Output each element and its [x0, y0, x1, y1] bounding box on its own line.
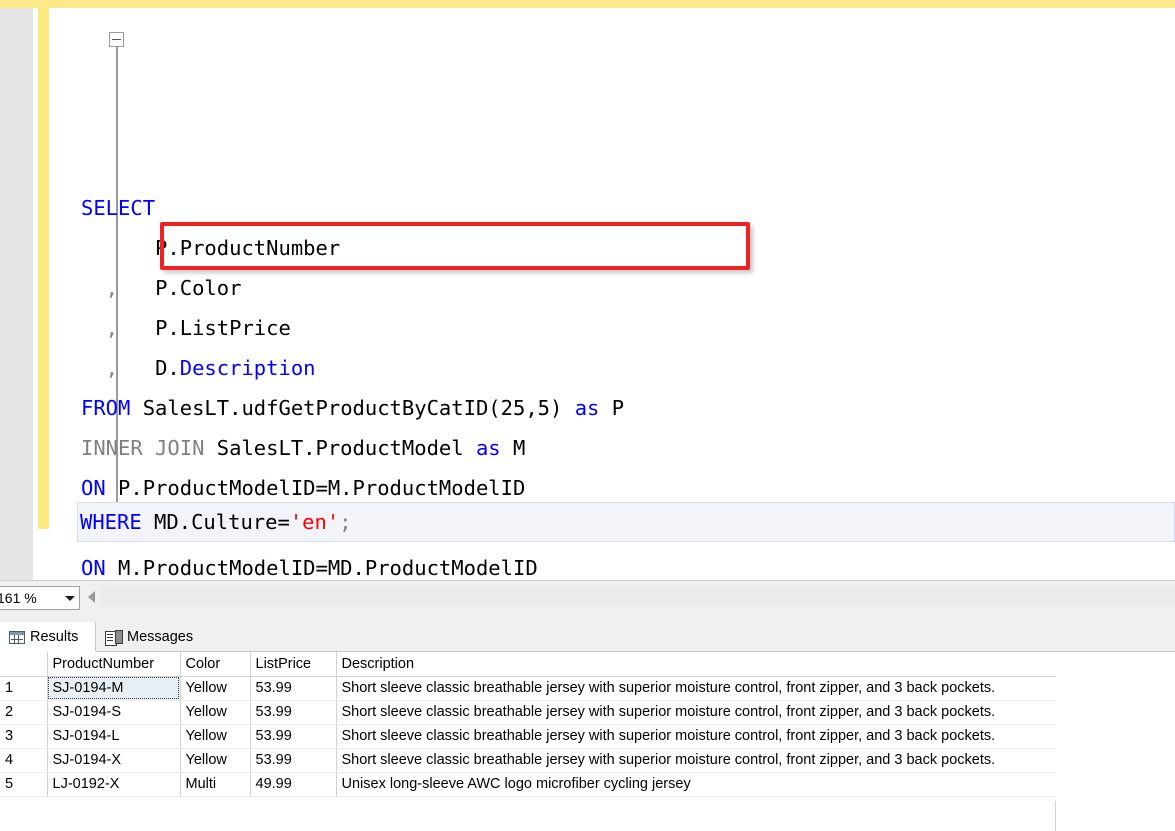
code-token: ; — [339, 510, 351, 534]
zoom-level-value: 161 % — [0, 590, 61, 606]
line-col-2[interactable]: , P.Color — [79, 268, 1175, 308]
grid-icon — [9, 631, 25, 644]
code-token: SELECT — [81, 196, 155, 220]
table-row[interactable]: 3SJ-0194-LYellow53.99Short sleeve classi… — [0, 724, 1056, 748]
table-cell[interactable]: Short sleeve classic breathable jersey w… — [336, 748, 1056, 772]
column-header[interactable]: ProductNumber — [47, 652, 180, 676]
column-header[interactable]: Color — [180, 652, 250, 676]
row-number-cell[interactable]: 2 — [0, 700, 47, 724]
horizontal-scrollbar[interactable] — [100, 585, 1175, 607]
results-table: ProductNumberColorListPriceDescription 1… — [0, 652, 1057, 797]
grid-empty-area[interactable] — [0, 801, 1056, 831]
code-token: as — [476, 436, 501, 460]
scroll-left-arrow-icon[interactable] — [88, 591, 95, 603]
code-token: P.ProductNumber — [81, 236, 340, 260]
chevron-down-icon[interactable] — [61, 587, 79, 609]
table-row[interactable]: 4SJ-0194-XYellow53.99Short sleeve classi… — [0, 748, 1056, 772]
code-token: P.ProductModelID=M.ProductModelID — [106, 476, 526, 500]
table-row[interactable]: 5LJ-0192-XMulti49.99Unisex long-sleeve A… — [0, 772, 1056, 796]
table-cell[interactable]: Yellow — [180, 676, 250, 700]
table-header-row: ProductNumberColorListPriceDescription — [0, 652, 1056, 676]
sql-editor-pane[interactable]: SELECT P.ProductNumber , P.Color , P.Lis… — [0, 8, 1175, 580]
line-select[interactable]: SELECT — [79, 188, 1175, 228]
table-cell[interactable]: SJ-0194-L — [47, 724, 180, 748]
table-cell[interactable]: SJ-0194-M — [47, 676, 180, 700]
code-token: , — [81, 316, 155, 340]
table-cell[interactable]: SJ-0194-X — [47, 748, 180, 772]
row-number-cell[interactable]: 5 — [0, 772, 47, 796]
table-cell[interactable]: 53.99 — [250, 700, 336, 724]
messages-icon — [105, 630, 122, 644]
tab-messages-label: Messages — [127, 629, 193, 645]
table-cell[interactable]: Yellow — [180, 700, 250, 724]
table-cell[interactable]: LJ-0192-X — [47, 772, 180, 796]
zoom-level-combobox[interactable]: 161 % — [0, 586, 80, 610]
code-token: INNER JOIN — [81, 436, 204, 460]
code-token: SalesLT.udfGetProductByCatID(25,5) — [130, 396, 574, 420]
code-token: Description — [180, 356, 316, 380]
table-cell[interactable]: Multi — [180, 772, 250, 796]
editor-selection-margin[interactable] — [0, 8, 33, 580]
table-cell[interactable]: 53.99 — [250, 724, 336, 748]
code-token: as — [575, 396, 600, 420]
table-cell[interactable]: Yellow — [180, 748, 250, 772]
code-token: 'en' — [290, 510, 339, 534]
top-yellow-band — [0, 0, 1175, 8]
code-token: ON — [81, 476, 106, 500]
table-row[interactable]: 1SJ-0194-MYellow53.99Short sleeve classi… — [0, 676, 1056, 700]
current-line-highlight: WHERE MD.Culture='en'; — [77, 502, 1175, 542]
code-token: ON — [81, 556, 106, 580]
row-number-cell[interactable]: 4 — [0, 748, 47, 772]
grid-right-filler — [1056, 652, 1175, 831]
current-line-text[interactable]: WHERE MD.Culture='en'; — [80, 503, 352, 541]
results-tabstrip: Results Messages — [0, 622, 1175, 652]
editor-outlining-margin[interactable] — [49, 8, 79, 580]
line-col-1[interactable]: P.ProductNumber — [79, 228, 1175, 268]
table-row[interactable]: 2SJ-0194-SYellow53.99Short sleeve classi… — [0, 700, 1056, 724]
table-cell[interactable]: Unisex long-sleeve AWC logo microfiber c… — [336, 772, 1056, 796]
editor-change-bar — [38, 8, 49, 529]
code-token: P.Color — [155, 276, 241, 300]
line-join-1[interactable]: INNER JOIN SalesLT.ProductModel as M — [79, 428, 1175, 468]
table-cell[interactable]: 53.99 — [250, 676, 336, 700]
tab-results-label: Results — [30, 629, 78, 645]
line-col-4[interactable]: , D.Description — [79, 348, 1175, 388]
code-token: P — [599, 396, 624, 420]
table-cell[interactable]: Short sleeve classic breathable jersey w… — [336, 724, 1056, 748]
line-col-3[interactable]: , P.ListPrice — [79, 308, 1175, 348]
row-number-cell[interactable]: 3 — [0, 724, 47, 748]
code-token: P.ListPrice — [155, 316, 291, 340]
column-header[interactable]: Description — [336, 652, 1056, 676]
table-cell[interactable]: Short sleeve classic breathable jersey w… — [336, 700, 1056, 724]
table-body: 1SJ-0194-MYellow53.99Short sleeve classi… — [0, 676, 1056, 796]
results-grid[interactable]: ProductNumberColorListPriceDescription 1… — [0, 652, 1175, 831]
tab-results[interactable]: Results — [0, 622, 96, 652]
code-token: FROM — [81, 396, 130, 420]
row-number-cell[interactable]: 1 — [0, 676, 47, 700]
line-from[interactable]: FROM SalesLT.udfGetProductByCatID(25,5) … — [79, 388, 1175, 428]
tab-messages[interactable]: Messages — [96, 622, 216, 652]
clipped-line-above — [79, 88, 1175, 108]
code-token: D. — [155, 356, 180, 380]
table-cell[interactable]: Yellow — [180, 724, 250, 748]
code-token: MD.Culture= — [142, 510, 290, 534]
code-token: M — [501, 436, 526, 460]
table-cell[interactable]: 53.99 — [250, 748, 336, 772]
code-token: , — [81, 276, 155, 300]
ssms-window: SELECT P.ProductNumber , P.Color , P.Lis… — [0, 0, 1175, 831]
code-token: WHERE — [80, 510, 142, 534]
code-token: SalesLT.ProductModel — [204, 436, 476, 460]
table-cell[interactable]: Short sleeve classic breathable jersey w… — [336, 676, 1056, 700]
code-token: M.ProductModelID=MD.ProductModelID — [106, 556, 538, 580]
editor-status-strip: 161 % — [0, 580, 1175, 622]
row-number-header[interactable] — [0, 652, 47, 676]
code-token: , — [81, 356, 155, 380]
column-header[interactable]: ListPrice — [250, 652, 336, 676]
table-cell[interactable]: SJ-0194-S — [47, 700, 180, 724]
table-cell[interactable]: 49.99 — [250, 772, 336, 796]
sql-code-text[interactable]: SELECT P.ProductNumber , P.Color , P.Lis… — [79, 8, 1175, 580]
